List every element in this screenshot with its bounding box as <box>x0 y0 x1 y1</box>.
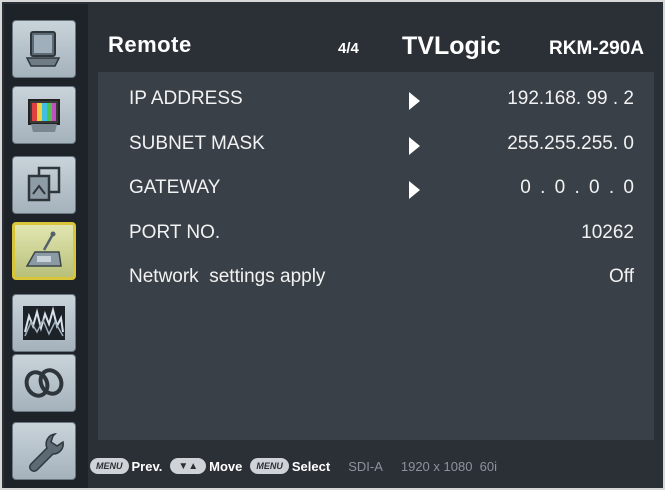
setting-value: 255.255.255. 0 <box>507 133 634 154</box>
setting-row-port-no[interactable]: PORT NO. 10262 <box>98 216 654 250</box>
setting-row-ip-address[interactable]: IP ADDRESS 192.168. 99 . 2 <box>98 82 654 116</box>
setting-label: PORT NO. <box>129 222 221 243</box>
brand-logo: TVLogic <box>402 32 501 60</box>
model-name: RKM-290A <box>549 38 645 59</box>
sidebar-item-remote[interactable] <box>12 222 76 280</box>
sidebar-item-screens[interactable] <box>12 156 76 214</box>
setting-row-gateway[interactable]: GATEWAY 0 . 0 . 0 . 0 <box>98 171 654 205</box>
menu-title: Remote <box>108 32 192 57</box>
page-indicator: 4/4 <box>338 40 359 57</box>
setting-label: IP ADDRESS <box>129 88 243 109</box>
waveform-icon <box>23 306 65 340</box>
wrench-icon <box>29 433 64 472</box>
select-hint: Select <box>291 458 331 474</box>
setting-value: 0 . 0 . 0 . 0 <box>520 177 634 198</box>
sidebar-item-color[interactable] <box>12 86 76 144</box>
setting-value: 10262 <box>581 222 634 243</box>
move-hint: Move <box>209 458 243 474</box>
setting-value: Off <box>609 266 634 287</box>
footer-hint-bar: MENU Prev. ▼▲ Move MENU Select SDI-A 192… <box>90 448 660 484</box>
settings-panel: IP ADDRESS 192.168. 99 . 2 SUBNET MASK 2… <box>98 72 654 440</box>
setting-value: 192.168. 99 . 2 <box>507 88 634 109</box>
up-down-key-icon: ▼▲ <box>170 458 207 474</box>
input-source: SDI-A <box>348 458 383 474</box>
right-arrow-icon <box>409 181 420 199</box>
menu-key-icon: MENU <box>90 458 129 474</box>
setting-label: GATEWAY <box>129 177 221 198</box>
screen-stack-icon <box>27 166 61 202</box>
prev-hint: Prev. <box>131 458 163 474</box>
setting-label: Network settings apply <box>129 266 326 287</box>
sidebar-item-rings[interactable] <box>12 354 76 412</box>
right-arrow-icon <box>409 92 420 110</box>
color-display-icon <box>28 99 60 132</box>
setting-row-network-apply[interactable]: Network settings apply Off <box>98 260 654 294</box>
right-arrow-icon <box>409 137 420 155</box>
monitor-icon <box>25 31 61 67</box>
resolution-status: 1920 x 1080 60i <box>400 458 497 474</box>
osd-menu: Remote 4/4 TVLogic RKM-290A IP ADDRESS 1… <box>0 0 665 490</box>
sidebar-item-display[interactable] <box>12 20 76 78</box>
setting-label: SUBNET MASK <box>129 133 265 154</box>
remote-antenna-icon <box>25 231 62 267</box>
sidebar <box>4 4 88 488</box>
rings-icon <box>24 368 64 398</box>
sidebar-item-settings[interactable] <box>12 422 76 480</box>
select-key-icon: MENU <box>250 458 289 474</box>
setting-row-subnet-mask[interactable]: SUBNET MASK 255.255.255. 0 <box>98 127 654 161</box>
sidebar-item-waveform[interactable] <box>12 294 76 352</box>
